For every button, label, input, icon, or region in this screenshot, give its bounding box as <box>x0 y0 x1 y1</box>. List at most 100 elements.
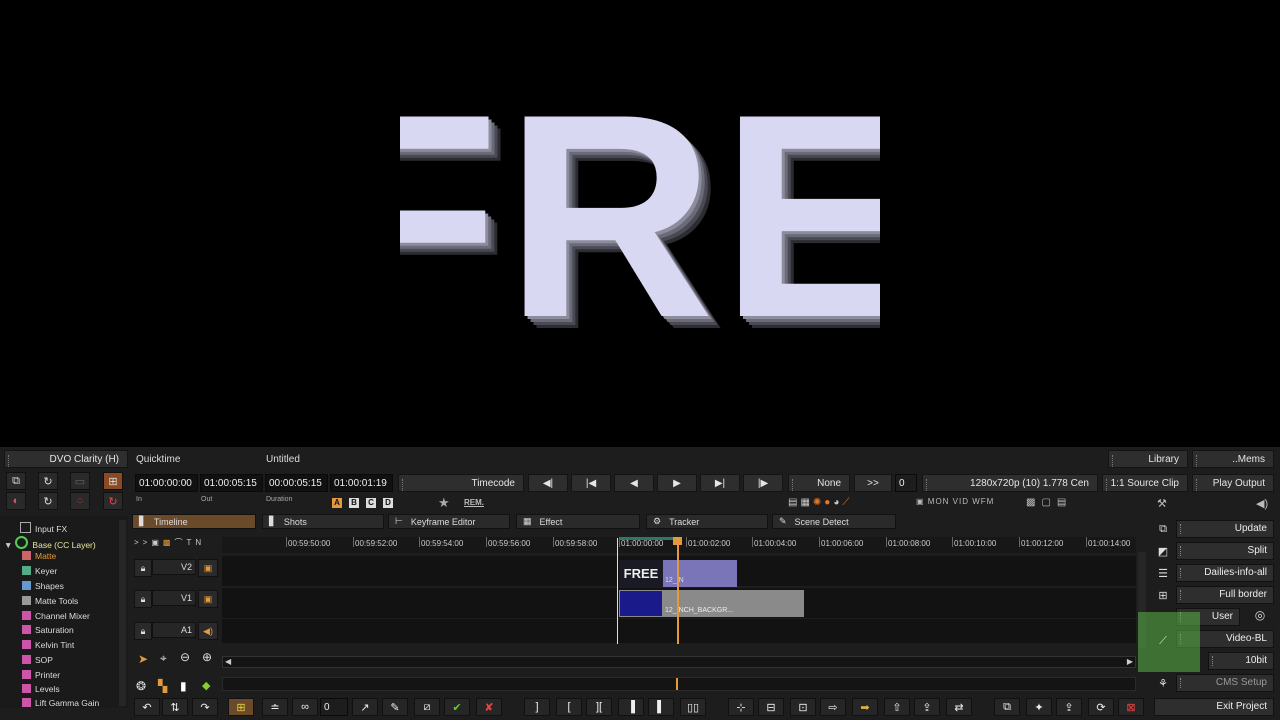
arrow-right-icon[interactable]: ⇨ <box>820 698 846 716</box>
dailies-button[interactable]: Dailies-info-all <box>1176 564 1274 582</box>
split-icon[interactable]: ▯▯ <box>680 698 706 716</box>
playhead[interactable] <box>677 538 679 644</box>
fx-node[interactable]: Channel Mixer <box>22 611 90 621</box>
graph-icon[interactable]: ⟋ <box>1156 634 1170 648</box>
full-border-button[interactable]: Full border <box>1176 586 1274 604</box>
fx-node[interactable]: Lift Gamma Gain <box>22 698 99 708</box>
zoom-in-icon[interactable]: ⊕ <box>202 650 212 664</box>
d-toggle[interactable]: D <box>383 498 393 508</box>
layers-icon[interactable]: ▚ <box>158 679 167 693</box>
go-start-button[interactable]: |◀ <box>571 474 611 492</box>
fx-node[interactable]: Input FX <box>20 522 67 534</box>
tab-scene-detect[interactable]: ✎ Scene Detect <box>772 514 896 529</box>
in-timecode[interactable]: 01:00:00:00 <box>135 474 198 492</box>
replace-icon[interactable]: ⊡ <box>790 698 816 716</box>
current-timecode[interactable]: 01:00:01:19 <box>330 474 393 492</box>
mini-timeline[interactable] <box>222 677 1136 691</box>
timecode-mode-button[interactable]: Timecode <box>398 474 524 492</box>
clip-v1[interactable]: 12_INCH_BACKGR... <box>619 590 804 617</box>
fx-node[interactable]: Saturation <box>22 625 74 635</box>
redo-icon[interactable]: ↷ <box>192 698 218 716</box>
mark-in-icon[interactable]: [ <box>556 698 582 716</box>
scope-icons[interactable]: ▩▢▤ <box>1026 497 1072 508</box>
cms-setup-button[interactable]: CMS Setup <box>1176 674 1274 692</box>
render-icon[interactable]: ⟳ <box>1088 698 1114 716</box>
arrow-fill-icon[interactable]: ➡ <box>852 698 878 716</box>
reject-icon[interactable]: ✘ <box>476 698 502 716</box>
import-icon[interactable]: ⧉ <box>994 698 1020 716</box>
fx-node[interactable]: Shapes <box>22 581 64 591</box>
speaker-icon[interactable]: ◀) <box>198 622 218 640</box>
swap-clips-icon[interactable]: ⇄ <box>946 698 972 716</box>
dvo-clarity-button[interactable]: DVO Clarity (H) <box>4 450 128 468</box>
tab-tracker[interactable]: ⚙ Tracker <box>646 514 768 529</box>
b-toggle[interactable]: B <box>349 498 359 508</box>
step-back-button[interactable]: ◀ <box>614 474 654 492</box>
fx-node[interactable]: Keyer <box>22 566 57 576</box>
timeline-mini-tools[interactable]: >>▣▩⌒TN <box>134 537 205 548</box>
delete-icon[interactable]: ⊠ <box>1118 698 1144 716</box>
fx-node[interactable]: Matte Tools <box>22 596 78 606</box>
star-icon[interactable]: ★ <box>438 495 450 511</box>
cms-icon[interactable]: ⚘ <box>1156 676 1170 690</box>
wrench-icon[interactable]: ⚒ <box>1157 497 1167 510</box>
ripple-icon[interactable]: ≐ <box>262 698 288 716</box>
trim-icon[interactable]: ⧄ <box>414 698 440 716</box>
a-toggle[interactable]: A <box>332 498 342 508</box>
split-button[interactable]: Split <box>1176 542 1274 560</box>
list-icon[interactable]: ☰ <box>1156 566 1170 580</box>
lock-icon[interactable]: 🔒︎ <box>134 590 152 608</box>
layout-icon[interactable]: ⊞ <box>103 472 123 490</box>
fast-forward-button[interactable]: >> <box>854 474 892 492</box>
mini-playhead[interactable] <box>676 678 678 690</box>
in-marker-line[interactable] <box>617 538 618 644</box>
scroll-left-icon[interactable]: ◀ <box>225 657 231 666</box>
fx-tree-scrollbar[interactable] <box>119 520 126 706</box>
fx-node-selected[interactable]: Matte <box>22 551 56 561</box>
track-toggle-icon[interactable]: ▣ <box>198 590 218 608</box>
select-icon[interactable]: ⌖ <box>160 651 167 666</box>
fx-node[interactable]: Kelvin Tint <box>22 640 74 650</box>
out-timecode[interactable]: 01:00:05:15 <box>200 474 263 492</box>
track-toggle-icon[interactable]: ▣ <box>198 559 218 577</box>
scroll-right-icon[interactable]: ▶ <box>1127 657 1133 666</box>
edit-icon[interactable]: ✎ <box>382 698 408 716</box>
pointer-icon[interactable]: ➤ <box>138 652 148 666</box>
tab-timeline[interactable]: ▋ Timeline <box>132 514 256 529</box>
swap-icon[interactable]: ⇅ <box>162 698 188 716</box>
accept-icon[interactable]: ✔ <box>444 698 470 716</box>
next-mark-button[interactable]: |▶ <box>743 474 783 492</box>
camera-icon[interactable]: ◎ <box>1250 608 1270 626</box>
go-end-button[interactable]: ▶| <box>700 474 740 492</box>
duration-timecode[interactable]: 00:00:05:15 <box>265 474 328 492</box>
lift-icon[interactable]: ⇧ <box>884 698 910 716</box>
effects-icon[interactable]: ✦ <box>1026 698 1052 716</box>
rem-button[interactable]: REM. <box>464 498 484 507</box>
sync-icon[interactable]: ↻ <box>38 492 58 510</box>
monitor-icons[interactable]: ▣ MON VID WFM <box>916 497 994 506</box>
tab-shots[interactable]: ▋ Shots <box>262 514 384 529</box>
diamond-icon[interactable]: ◆ <box>202 679 210 692</box>
reel-icon[interactable]: ❂ <box>136 679 146 693</box>
insert-icon[interactable]: ⊹ <box>728 698 754 716</box>
link-icon[interactable]: ∞ <box>292 698 318 716</box>
fx-node[interactable]: SOP <box>22 655 53 665</box>
volume-icon[interactable]: ◀) <box>1256 497 1268 510</box>
export-icon[interactable]: ⇪ <box>1056 698 1082 716</box>
c-toggle[interactable]: C <box>366 498 376 508</box>
update-icon[interactable]: ⧉ <box>1156 522 1170 536</box>
new-icon[interactable]: ⧉ <box>6 472 26 490</box>
mark-out-icon[interactable]: ] <box>524 698 550 716</box>
update-button[interactable]: Update <box>1176 520 1274 538</box>
record-icon[interactable]: ○ <box>70 492 90 510</box>
play-output-button[interactable]: Play Output <box>1192 474 1274 492</box>
lock-icon[interactable]: 🔒︎ <box>134 622 152 640</box>
reset-icon[interactable]: ↻ <box>103 492 123 510</box>
exit-project-button[interactable]: Exit Project <box>1154 698 1274 716</box>
mems-button[interactable]: ..Mems <box>1192 450 1274 468</box>
speed-field[interactable]: 0 <box>895 474 917 492</box>
bitdepth-button[interactable]: 10bit <box>1208 652 1274 670</box>
prev-mark-button[interactable]: ◀| <box>528 474 568 492</box>
play-button[interactable]: ▶ <box>657 474 697 492</box>
refresh-icon[interactable]: ↻ <box>38 472 58 490</box>
